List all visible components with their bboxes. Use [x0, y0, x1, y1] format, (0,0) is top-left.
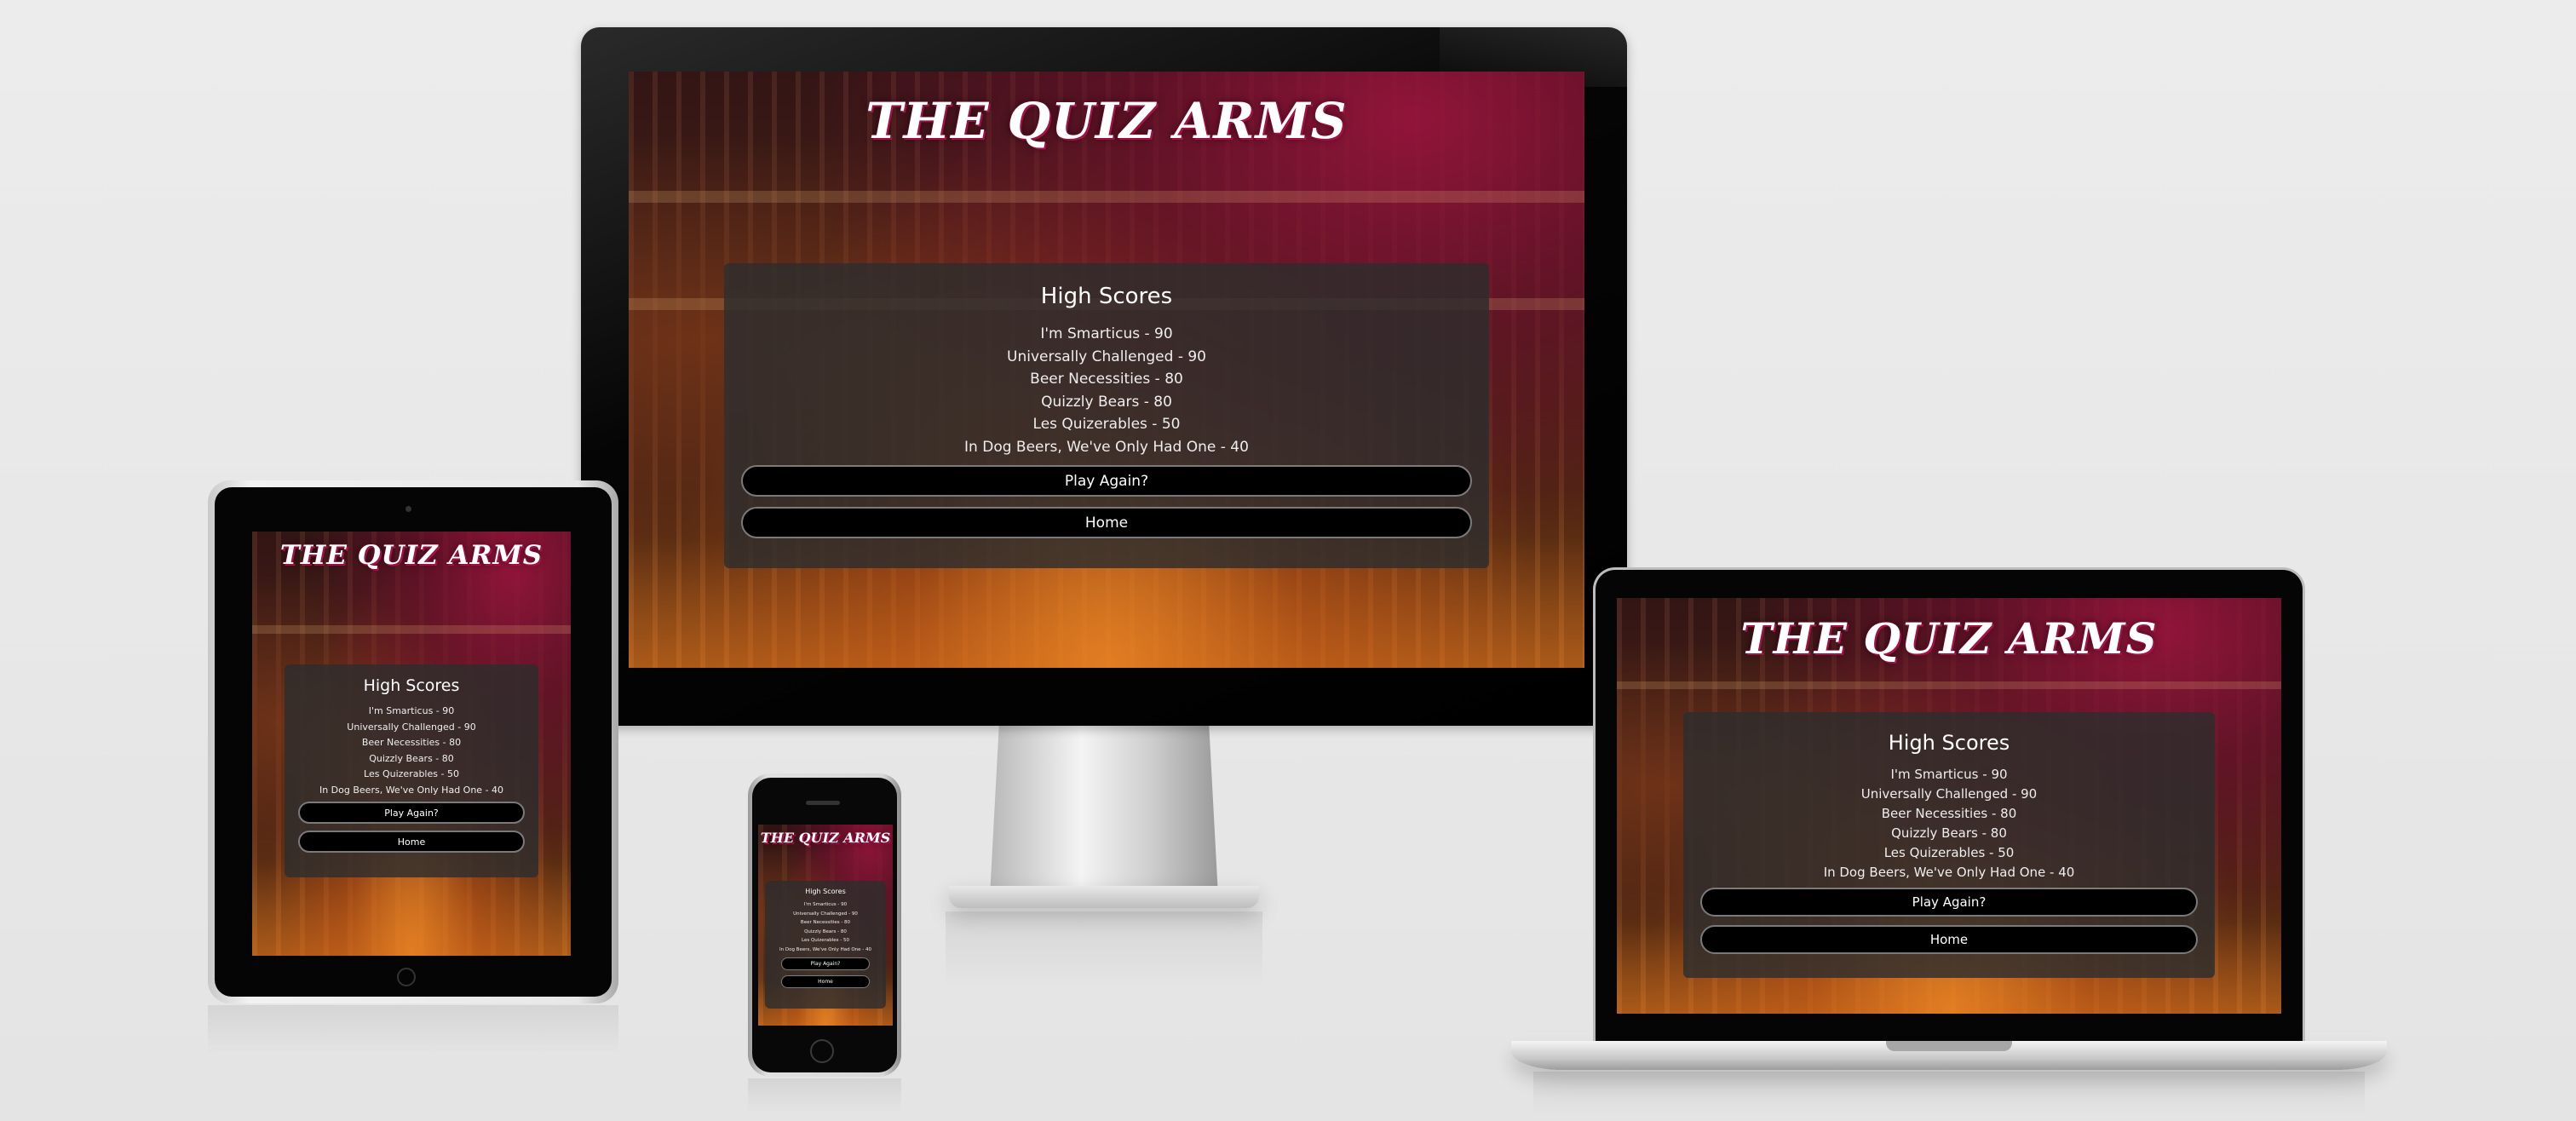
monitor-stand-base — [949, 886, 1259, 908]
high-score-entry: Les Quizerables - 50 — [802, 938, 849, 943]
high-score-entry: Quizzly Bears - 80 — [1041, 393, 1172, 411]
laptop-screen: THE QUIZ ARMS High Scores I'm Smarticus … — [1617, 598, 2281, 1014]
home-button[interactable]: Home — [298, 831, 525, 853]
laptop-reflection — [1533, 1072, 2365, 1114]
home-button-icon — [810, 1039, 834, 1063]
monitor-reflection — [946, 911, 1262, 988]
high-scores-list: I'm Smarticus - 90 Universally Challenge… — [724, 323, 1489, 458]
high-score-entry: Beer Necessities - 80 — [361, 737, 462, 748]
home-button[interactable]: Home — [1700, 925, 2198, 954]
tablet-screen: THE QUIZ ARMS High Scores I'm Smarticus … — [252, 532, 571, 956]
high-score-entry: Beer Necessities - 80 — [1881, 806, 2017, 821]
high-score-entry: In Dog Beers, We've Only Had One - 40 — [779, 946, 872, 952]
high-score-entry: Quizzly Bears - 80 — [369, 752, 454, 764]
camera-icon — [405, 506, 411, 512]
high-score-entry: I'm Smarticus - 90 — [803, 902, 848, 907]
high-score-entry: In Dog Beers, We've Only Had One - 40 — [964, 438, 1249, 456]
bar-shelf — [1617, 681, 2281, 690]
high-score-entry: Universally Challenged - 90 — [347, 721, 476, 733]
high-score-entry: Les Quizerables - 50 — [1883, 845, 2015, 860]
home-button[interactable]: Home — [781, 975, 870, 988]
high-scores-list: I'm Smarticus - 90 Universally Challenge… — [285, 704, 538, 798]
laptop-notch — [1886, 1041, 2012, 1051]
high-score-entry: Beer Necessities - 80 — [1030, 371, 1183, 388]
high-scores-card: High Scores I'm Smarticus - 90 Universal… — [765, 881, 886, 1009]
high-scores-card: High Scores I'm Smarticus - 90 Universal… — [724, 263, 1489, 568]
phone-screen: THE QUIZ ARMS High Scores I'm Smarticus … — [758, 825, 893, 1026]
high-score-entry: Beer Necessities - 80 — [800, 920, 851, 925]
play-again-button[interactable]: Play Again? — [298, 802, 525, 824]
high-score-entry: I'm Smarticus - 90 — [1890, 767, 2008, 782]
play-again-button[interactable]: Play Again? — [781, 957, 870, 970]
high-score-entry: Universally Challenged - 90 — [1007, 348, 1206, 365]
monitor-stand-neck — [990, 726, 1218, 896]
high-score-entry: Quizzly Bears - 80 — [804, 928, 847, 934]
tablet-reflection — [208, 1005, 618, 1056]
monitor-screen: THE QUIZ ARMS High Scores I'm Smarticus … — [629, 72, 1584, 668]
play-again-button[interactable]: Play Again? — [741, 465, 1472, 497]
bar-shelf — [252, 624, 571, 634]
home-button-icon — [397, 968, 416, 986]
home-button[interactable]: Home — [741, 507, 1472, 538]
high-scores-card: High Scores I'm Smarticus - 90 Universal… — [1683, 712, 2215, 978]
high-score-entry: Universally Challenged - 90 — [793, 911, 858, 917]
high-scores-heading: High Scores — [363, 676, 460, 695]
site-title: THE QUIZ ARMS — [279, 540, 543, 571]
high-score-entry: Les Quizerables - 50 — [1032, 416, 1181, 433]
high-score-entry: I'm Smarticus - 90 — [1040, 325, 1173, 342]
high-scores-card: High Scores I'm Smarticus - 90 Universal… — [285, 664, 538, 877]
high-score-entry: I'm Smarticus - 90 — [368, 705, 455, 716]
high-scores-heading: High Scores — [1888, 731, 2010, 755]
high-scores-list: I'm Smarticus - 90 Universally Challenge… — [765, 900, 886, 954]
high-score-entry: In Dog Beers, We've Only Had One - 40 — [1823, 865, 2075, 880]
site-title: THE QUIZ ARMS — [865, 92, 1348, 150]
speaker-icon — [806, 801, 840, 805]
play-again-button[interactable]: Play Again? — [1700, 888, 2198, 917]
site-title: THE QUIZ ARMS — [760, 830, 891, 846]
bar-shelf — [629, 191, 1584, 203]
phone-reflection — [748, 1078, 901, 1112]
site-title: THE QUIZ ARMS — [1740, 613, 2158, 664]
high-scores-heading: High Scores — [805, 888, 846, 895]
high-score-entry: Universally Challenged - 90 — [1860, 786, 2038, 802]
high-score-entry: In Dog Beers, We've Only Had One - 40 — [319, 784, 504, 796]
high-scores-heading: High Scores — [1040, 284, 1173, 309]
high-scores-list: I'm Smarticus - 90 Universally Challenge… — [1683, 765, 2215, 882]
high-score-entry: Les Quizerables - 50 — [364, 768, 459, 779]
high-score-entry: Quizzly Bears - 80 — [1891, 825, 2007, 841]
